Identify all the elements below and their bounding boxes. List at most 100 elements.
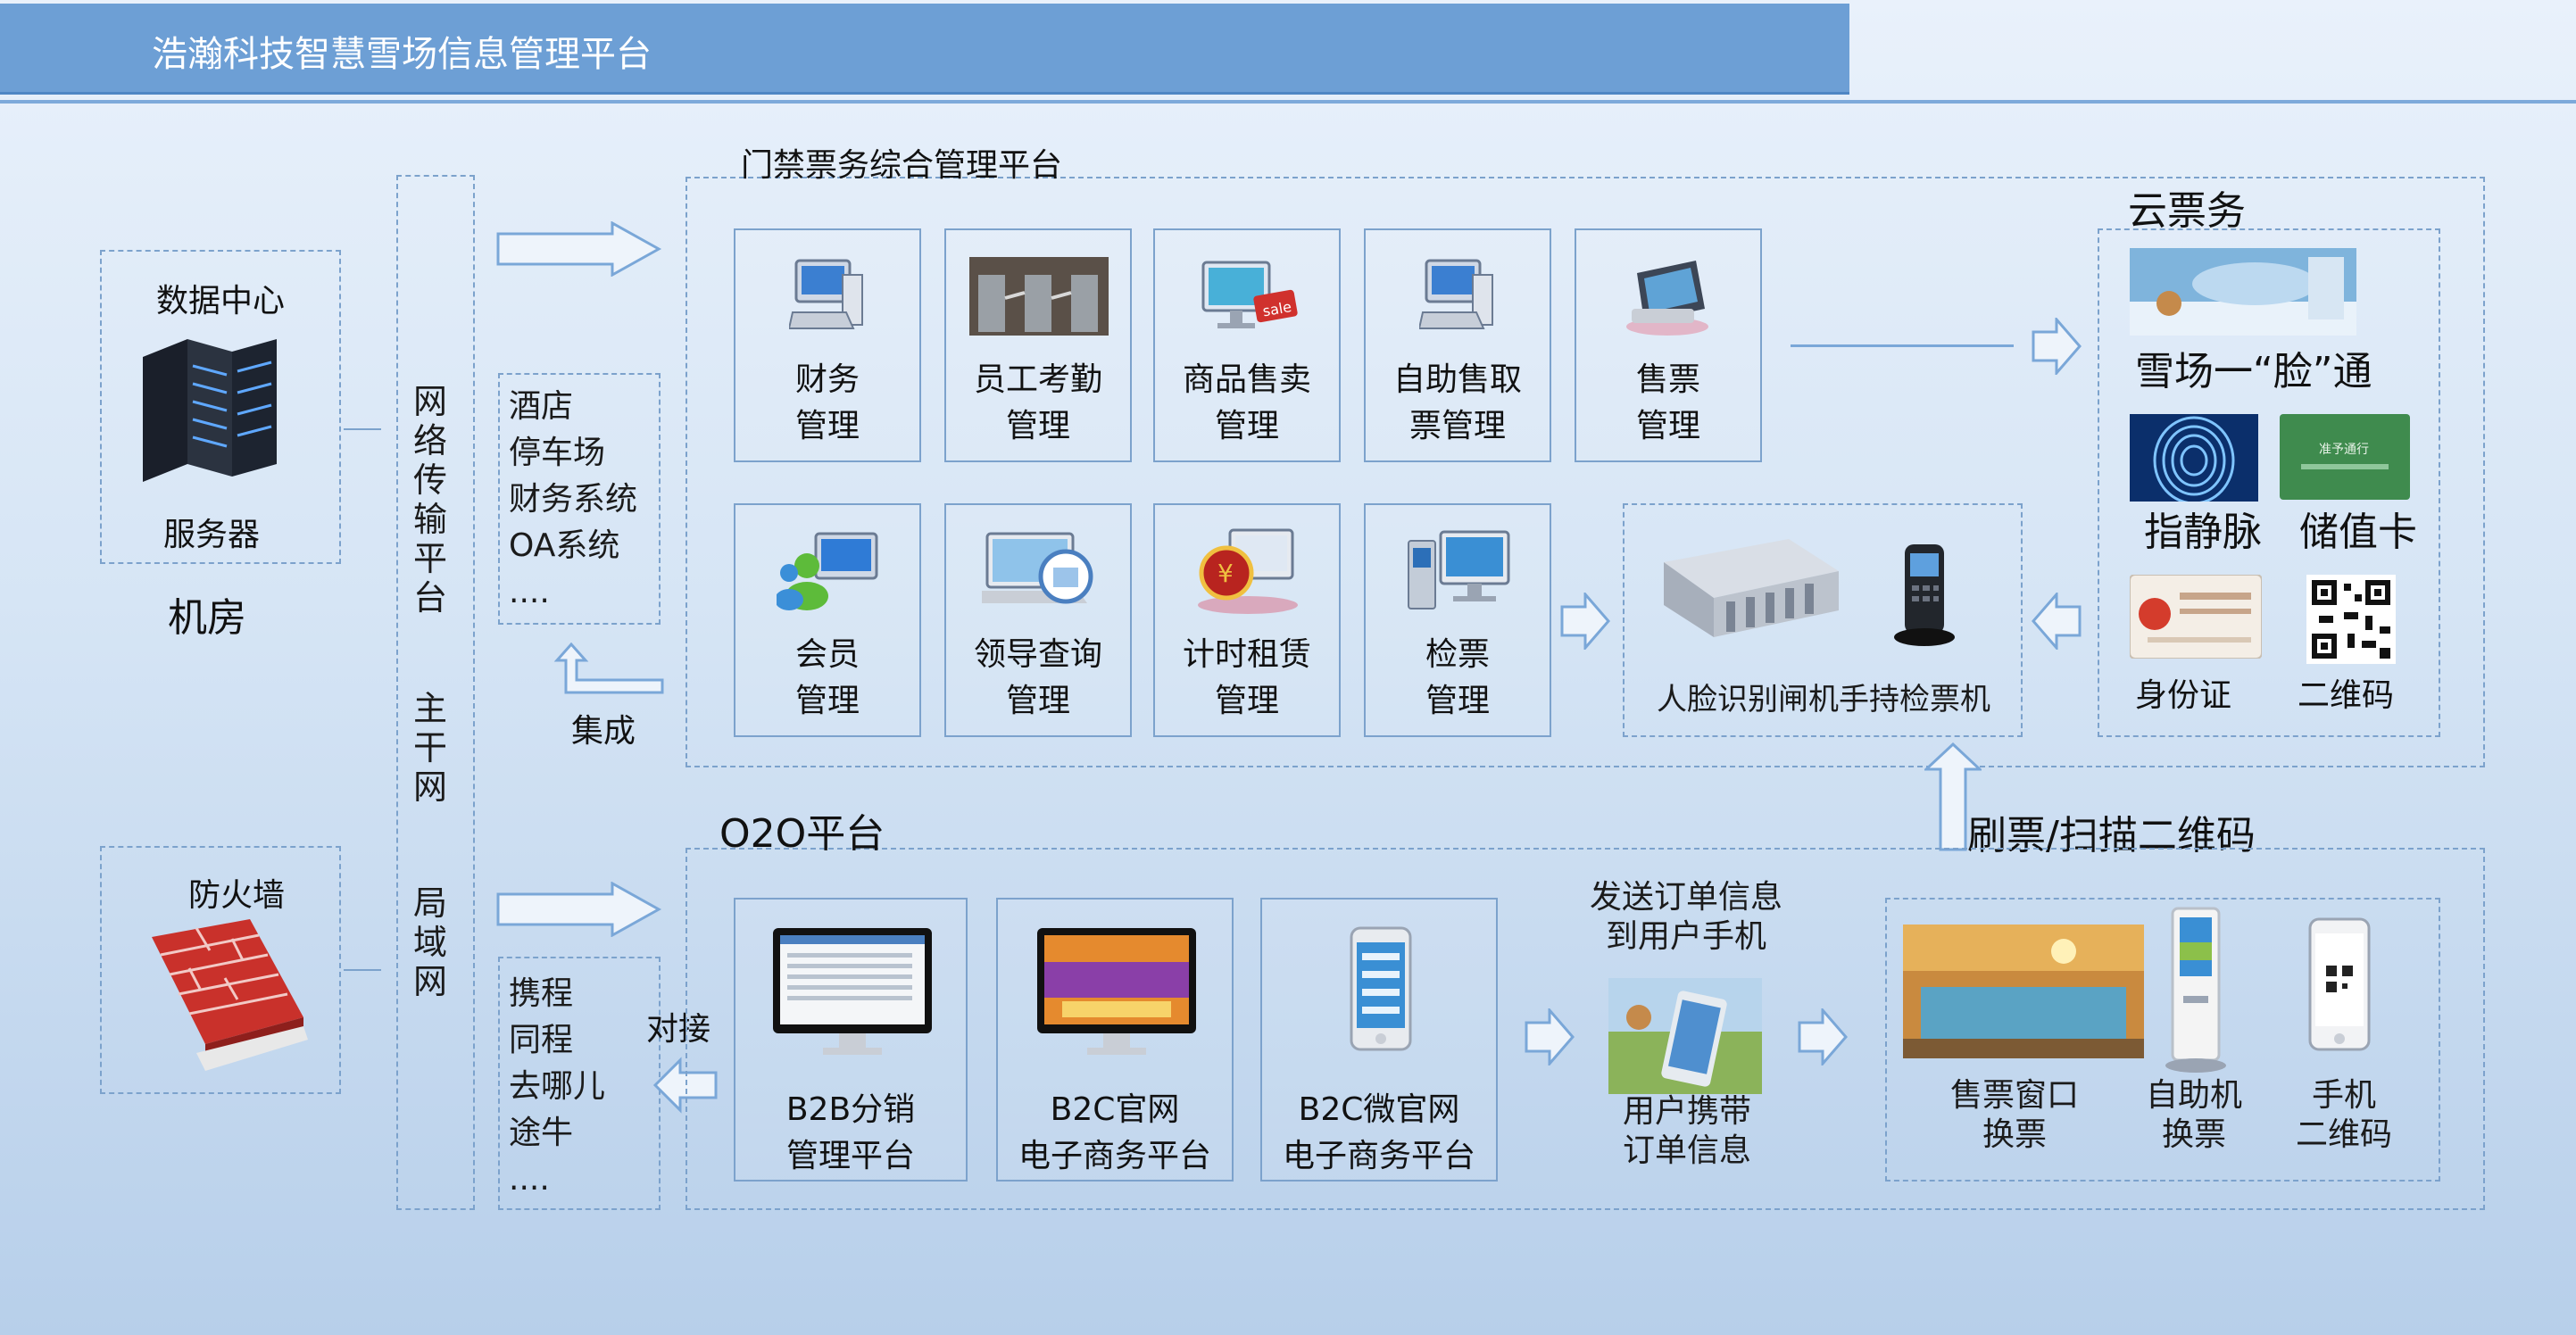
send-order-line: 发送订单信息 [1589,879,1782,916]
network-transport-label: 网络传输平台 [412,382,447,618]
module-label: 管理 [1214,683,1279,719]
svg-text:¥: ¥ [1217,559,1234,588]
arrow-to-send-order [1525,1008,1575,1066]
cloud-item-label: 雪场一“脸”通 [2135,349,2372,394]
module-label: 会员 [794,636,860,673]
computer-icon [789,259,863,329]
laptop-search-icon [982,532,1093,604]
redeem-line: 自助机 [2145,1077,2242,1114]
docking-item: .... [509,1161,550,1198]
pos-terminal-icon [1626,261,1708,336]
platform-label: B2C官网 [1050,1091,1180,1128]
lan-label: 局域网 [412,883,447,1001]
firewall-icon [152,919,308,1071]
sale-monitor-icon: sale [1201,261,1298,328]
module-label: 管理 [1425,683,1490,719]
integration-item: OA系统 [509,527,620,564]
cloud-item-label: 指静脉 [2144,510,2262,555]
desktop-monitor-icon [1037,928,1196,1055]
redeem-text: 手机 二维码 [2273,1076,2415,1155]
backbone-label: 主干网 [412,689,447,807]
arrow-to-gates [1560,593,1610,650]
cloud-item-label: 身份证 [2135,677,2232,714]
cloud-title: 云票务 [2128,188,2246,234]
user-carry-line: 订单信息 [1622,1132,1751,1169]
firewall-connector [344,969,381,971]
platform-label: 管理平台 [785,1138,915,1174]
monitor-clock-icon: ¥ [1198,528,1298,614]
users-monitor-icon [777,532,878,610]
redeem-line: 二维码 [2295,1116,2392,1153]
user-carry-text: 用户携带 订单信息 [1589,1092,1785,1171]
face-gate-icon [1664,539,1839,637]
module-label: 管理 [794,408,860,444]
module-label: 商品售卖 [1182,361,1311,398]
module-label: 检票 [1425,636,1490,673]
integration-item: 停车场 [509,435,606,471]
docking-list: 携程 同程 去哪儿 途牛 .... [509,971,605,1203]
module-finance[interactable]: 财务 管理 [734,228,921,462]
platform-label: B2C微官网 [1298,1091,1460,1128]
arrow-to-o2o-platform [496,882,662,937]
platform-b2c-wechat[interactable]: B2C微官网 电子商务平台 [1260,898,1498,1182]
datacenter-label: 数据中心 [155,283,285,319]
send-order-text: 发送订单信息 到用户手机 [1580,878,1792,957]
module-rental[interactable]: ¥ 计时租赁 管理 [1153,503,1341,737]
computer-icon [1419,259,1493,329]
o2o-title: O2O平台 [719,811,885,857]
arrow-to-redeem [1798,1008,1848,1066]
handheld-scanner-icon [1894,544,1955,646]
header-divider [0,100,2576,104]
card-text: 准予通行 [2319,443,2369,457]
arrow-to-access-platform [496,221,662,277]
access-platform-title: 门禁票务综合管理平台 [741,147,1063,184]
server-rack-icon [143,339,277,482]
arrow-to-cloud [2032,318,2082,375]
module-label: 管理 [1214,408,1279,444]
fingerprint-icon [2130,414,2258,502]
mobile-qrcode-icon [2308,917,2371,1051]
redeem-line: 换票 [1982,1116,2047,1153]
id-card-icon [2130,575,2262,659]
integration-item: 财务系统 [509,481,638,518]
user-carry-line: 用户携带 [1622,1093,1751,1130]
redeem-line: 手机 [2311,1077,2376,1114]
docking-item: 同程 [509,1022,574,1058]
module-ticketing[interactable]: 售票 管理 [1575,228,1762,462]
server-label: 服务器 [162,517,260,553]
module-label: 领导查询 [973,636,1102,673]
module-label: 员工考勤 [973,361,1102,398]
redeem-text: 售票窗口 换票 [1912,1076,2117,1155]
module-merchandise[interactable]: sale 商品售卖管理 [1153,228,1341,462]
docking-item: 去哪儿 [509,1068,606,1105]
smartphone-icon [1350,926,1412,1051]
module-self-service[interactable]: 自助售取 票管理 [1364,228,1551,462]
face-banner-icon [2130,248,2356,336]
cloud-item-label: 储值卡 [2299,510,2417,555]
send-order-line: 到用户手机 [1605,918,1766,955]
platform-label: B2B分销 [785,1091,916,1128]
face-gate-label: 人脸识别闸机 [1657,682,1839,717]
module-attendance[interactable]: 员工考勤 管理 [944,228,1132,462]
redeem-line: 售票窗口 [1949,1077,2079,1114]
integration-arrow [553,643,664,694]
integration-item: 酒店 [509,388,574,425]
module-label: 管理 [794,683,860,719]
module-leader-query[interactable]: 领导查询 管理 [944,503,1132,737]
platform-b2b[interactable]: B2B分销管理平台 [734,898,968,1182]
qrcode-icon [2306,575,2396,664]
module-member[interactable]: 会员 管理 [734,503,921,737]
module-label: 售票 [1635,361,1700,398]
integration-label: 集成 [571,713,636,750]
platform-b2c-web[interactable]: B2C官网 电子商务平台 [996,898,1234,1182]
page-title: 浩瀚科技智慧雪场信息管理平台 [152,34,652,75]
turnstile-icon [969,257,1109,336]
machine-room-label: 机房 [168,595,246,641]
firewall-label: 防火墙 [187,877,285,914]
handheld-label: 手持检票机 [1839,682,1990,717]
desktop-monitor-icon [773,928,932,1055]
cloud-item-label: 二维码 [2298,677,2395,714]
module-label: 财务 [794,361,860,398]
module-ticket-check[interactable]: 检票 管理 [1364,503,1551,737]
arrow-cloud-to-gates [2032,593,2082,650]
